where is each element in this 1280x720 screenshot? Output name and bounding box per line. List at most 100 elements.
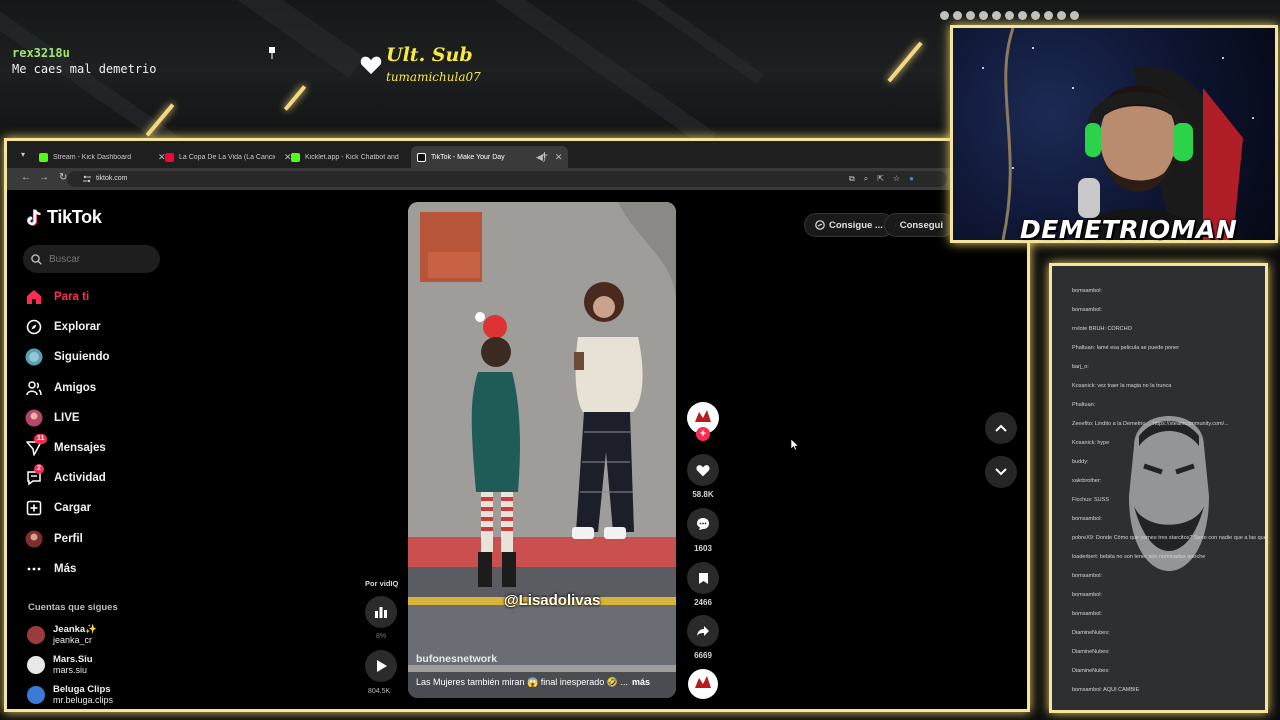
music-disc[interactable] bbox=[687, 668, 719, 705]
overlay-chat-username: rex3218u bbox=[12, 46, 70, 60]
cam-frame-decoration bbox=[940, 8, 1088, 22]
avatar bbox=[27, 686, 45, 704]
like-button[interactable] bbox=[687, 454, 719, 486]
tab-la-copa-de-la-vida[interactable]: La Copa De La Vida (La Canción... ✕ bbox=[159, 146, 298, 168]
friends-icon bbox=[25, 379, 43, 397]
comment-icon bbox=[697, 518, 709, 530]
site-info-icon[interactable] bbox=[83, 175, 91, 183]
sidebar-item-explorar[interactable]: Explorar bbox=[25, 312, 110, 342]
messages-badge: 11 bbox=[34, 434, 48, 445]
avatar bbox=[27, 626, 45, 644]
video-player[interactable]: @Lisadolivas bufonesnetwork Las Mujeres … bbox=[408, 202, 676, 698]
tab-search-icon[interactable]: ▾ bbox=[21, 150, 25, 159]
tab-bar: ▾ Stream - Kick Dashboard ✕ La Copa De L… bbox=[7, 141, 1027, 168]
kicklet-favicon-icon bbox=[291, 152, 300, 162]
side-chat-message: bomsambol: bbox=[1072, 307, 1102, 313]
side-chat-message: pobreX9: Donde Cómo que comes tres starc… bbox=[1072, 535, 1267, 541]
sidebar-item-live[interactable]: LIVE bbox=[25, 403, 110, 433]
vidiq-percent: 8% bbox=[376, 633, 387, 640]
video-description: Las Mujeres también miran 😱 final inespe… bbox=[416, 677, 651, 687]
side-chat-message: DiamineNubes: bbox=[1072, 649, 1110, 655]
share-action: 6669 bbox=[687, 615, 719, 660]
following-section-title: Cuentas que sigues bbox=[28, 602, 118, 613]
play-button[interactable] bbox=[365, 650, 397, 682]
video-frame-image bbox=[408, 202, 676, 698]
tiktok-favicon-icon bbox=[417, 152, 426, 162]
search-input[interactable] bbox=[49, 253, 149, 265]
following-account-jeanka[interactable]: Jeanka✨ jeanka_cr bbox=[27, 620, 113, 650]
side-chat-message: DiamineNubes: bbox=[1072, 668, 1110, 674]
tiktok-logo[interactable]: TikTok bbox=[27, 207, 102, 228]
bar-chart-icon bbox=[375, 607, 387, 618]
side-chat-message: bomsambol: bbox=[1072, 592, 1102, 598]
tiktok-page: TikTok Para ti Explorar Siguiendo Ami bbox=[7, 190, 1027, 709]
side-chat-message: Phaltuan: lamé esa pelicula se puede pon… bbox=[1072, 345, 1180, 351]
translate-icon[interactable]: ⧉ bbox=[849, 174, 855, 184]
coin-icon bbox=[815, 220, 825, 230]
share-count: 6669 bbox=[694, 651, 712, 660]
follow-plus-button[interactable]: + bbox=[696, 427, 710, 441]
sidebar-item-cargar[interactable]: Cargar bbox=[25, 493, 110, 523]
vidiq-stats-button[interactable] bbox=[365, 596, 397, 628]
save-button[interactable] bbox=[687, 562, 719, 594]
upload-icon bbox=[25, 499, 43, 517]
last-sub-title: Ult. Sub bbox=[386, 44, 473, 66]
get-app-button[interactable]: Consigue ... bbox=[804, 213, 894, 237]
tab-close-icon[interactable]: ✕ bbox=[555, 152, 563, 163]
sidebar-item-siguiendo[interactable]: Siguiendo bbox=[25, 342, 110, 372]
following-avatar-icon bbox=[25, 348, 43, 366]
share-icon bbox=[697, 626, 709, 636]
back-icon[interactable]: ← bbox=[21, 172, 31, 183]
sidebar-item-actividad[interactable]: 2 Actividad bbox=[25, 463, 110, 493]
side-chat-message: Ficchus: SUSS bbox=[1072, 497, 1109, 503]
like-action: 58.8K bbox=[687, 454, 719, 499]
side-chat-message: Phaltuan: bbox=[1072, 402, 1096, 408]
bookmark-star-icon[interactable]: ☆ bbox=[893, 174, 900, 184]
sidebar-item-mas[interactable]: Más bbox=[25, 554, 110, 584]
extension-icon[interactable]: ● bbox=[909, 174, 914, 184]
previous-video-button[interactable] bbox=[985, 412, 1017, 444]
device-icon bbox=[895, 224, 896, 226]
search-box[interactable] bbox=[23, 245, 160, 273]
following-account-mars-siu[interactable]: Mars.Siu mars.siu bbox=[27, 650, 113, 680]
tab-kicklet[interactable]: Kicklet.app - Kick Chatbot and ... ✕ bbox=[285, 146, 424, 168]
vidiq-label: Por vidIQ bbox=[365, 579, 399, 588]
activity-icon: 2 bbox=[25, 464, 44, 487]
comment-button[interactable] bbox=[687, 508, 719, 540]
avatar bbox=[27, 656, 45, 674]
comment-action: 1603 bbox=[687, 508, 719, 553]
url-input[interactable]: tiktok.com bbox=[67, 171, 947, 187]
live-avatar-icon bbox=[25, 409, 43, 427]
sidebar-item-perfil[interactable]: Perfil bbox=[25, 524, 110, 554]
more-link[interactable]: más bbox=[632, 677, 650, 687]
following-list: Jeanka✨ jeanka_cr Mars.Siu mars.siu Beluga… bbox=[27, 620, 113, 709]
heart-icon bbox=[696, 464, 710, 476]
search-icon bbox=[31, 253, 42, 265]
activity-badge: 2 bbox=[34, 464, 44, 475]
side-chat-message: rrvlote BRUH: CORCHO bbox=[1072, 326, 1132, 332]
sidebar-item-amigos[interactable]: Amigos bbox=[25, 373, 110, 403]
share-button[interactable] bbox=[687, 615, 719, 647]
side-chat-message: buddy: bbox=[1072, 459, 1089, 465]
comment-count: 1603 bbox=[694, 544, 712, 553]
chevron-down-icon bbox=[995, 468, 1007, 476]
side-chat-message: bomsambol: bbox=[1072, 288, 1102, 294]
video-author[interactable]: bufonesnetwork bbox=[416, 653, 497, 665]
compass-icon bbox=[25, 318, 43, 336]
zoom-icon[interactable]: ⌕ bbox=[864, 174, 868, 184]
save-count: 2466 bbox=[694, 598, 712, 607]
sidebar-item-mensajes[interactable]: 11 Mensajes bbox=[25, 433, 110, 463]
sidebar-item-para-ti[interactable]: Para ti bbox=[25, 282, 110, 312]
install-app-icon[interactable]: ⇱ bbox=[877, 174, 884, 184]
tab-kick-dashboard[interactable]: Stream - Kick Dashboard ✕ bbox=[33, 146, 172, 168]
forward-icon[interactable]: → bbox=[39, 172, 49, 183]
side-chat-message: barj_o: bbox=[1072, 364, 1089, 370]
webcam-feed-image bbox=[982, 28, 1254, 240]
profile-avatar-icon bbox=[25, 530, 43, 548]
next-video-button[interactable] bbox=[985, 456, 1017, 488]
following-account-beluga-clips[interactable]: Beluga Clips mr.beluga.clips bbox=[27, 680, 113, 709]
chevron-up-icon bbox=[995, 424, 1007, 432]
get-desktop-app-button[interactable]: Consegui bbox=[884, 213, 954, 237]
mascot-logo-icon bbox=[1129, 416, 1209, 571]
new-tab-button[interactable]: + bbox=[541, 148, 548, 162]
